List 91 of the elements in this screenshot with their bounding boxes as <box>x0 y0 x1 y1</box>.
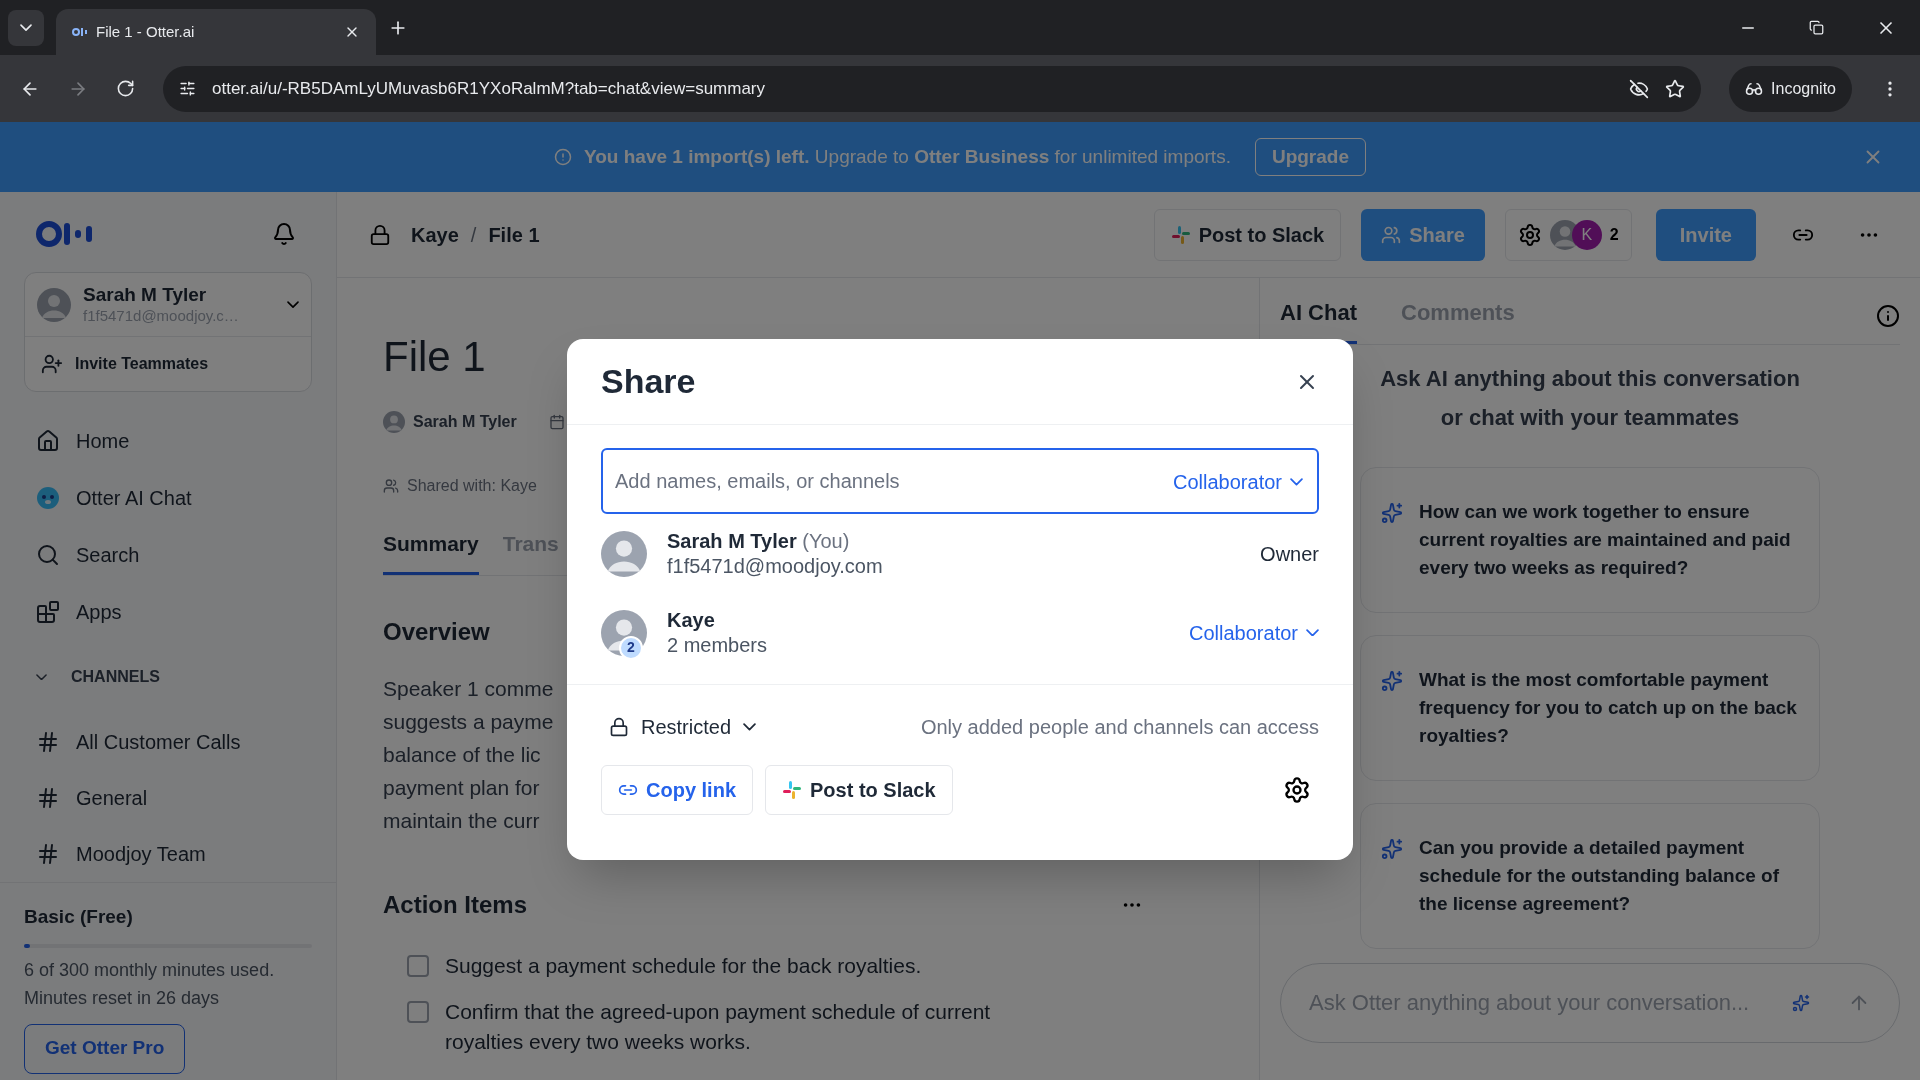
browser-tab[interactable]: File 1 - Otter.ai <box>56 9 376 55</box>
action-item-text: Suggest a payment schedule for the back royalties. <box>445 952 922 979</box>
action-item-text: Confirm that the agreed-upon payment schedule of current royalties every two weeks works. <box>445 998 992 1055</box>
dialog-title: Share <box>601 361 696 402</box>
banner-message: You have 1 import(s) left. Upgrade to Otter Business for unlimited imports. <box>584 144 1231 169</box>
lock-icon <box>609 717 629 737</box>
sparkle-icon <box>1381 502 1403 524</box>
chevron-down-icon <box>743 723 757 731</box>
avatar-icon <box>601 530 647 577</box>
breadcrumb-current: File 1 <box>488 222 540 248</box>
profile-button[interactable]: Incognito <box>1729 65 1852 112</box>
person-detail: 2 members <box>667 632 769 658</box>
chevron-down-icon <box>1290 478 1303 486</box>
search-icon <box>36 542 60 567</box>
people-icon <box>383 478 399 494</box>
avatar-icon <box>383 411 405 433</box>
nav-item[interactable]: Otter AI Chat <box>24 469 312 526</box>
members-button[interactable]: K 2 <box>1504 208 1632 261</box>
calendar-icon <box>548 414 565 430</box>
you-label: (You) <box>801 529 850 552</box>
nav-item[interactable]: Apps <box>24 583 312 640</box>
shared-with-text: Shared with: Kaye <box>407 476 537 496</box>
sparkle-icon <box>1381 838 1403 860</box>
add-user-icon <box>41 353 63 375</box>
role-label: Owner <box>1260 541 1319 567</box>
breadcrumb-link[interactable]: Kaye <box>411 219 459 250</box>
suggested-question-card[interactable]: How can we work together to ensure current royalties are maintained and paid every two weeks as required? <box>1360 467 1820 613</box>
tab-list-button[interactable] <box>8 9 44 46</box>
avatar-icon <box>37 287 71 322</box>
home-icon <box>36 428 60 453</box>
invite-teammates-button[interactable]: Invite Teammates <box>25 337 311 391</box>
tracking-blocked-icon <box>1629 78 1650 99</box>
person-detail: f1f5471d@moodjoy.com <box>667 553 884 579</box>
site-info-icon <box>179 80 196 97</box>
owner-name: Sarah M Tyler <box>413 412 517 432</box>
info-icon[interactable] <box>1876 304 1900 328</box>
channel-item[interactable]: All Customer Calls <box>24 714 312 770</box>
suggested-question-card[interactable]: Can you provide a detailed payment schedule for the outstanding balance of the license agreement? <box>1360 803 1820 949</box>
get-otter-pro-button[interactable]: Get Otter Pro <box>24 1023 186 1074</box>
overview-paragraph: Speaker 1 comme suggests a payme balance of the lic payment plan for maintain the curr <box>383 675 554 834</box>
access-description: Only added people and channels can access <box>920 715 1319 740</box>
reload-icon[interactable] <box>116 79 135 98</box>
role-dropdown[interactable]: Collaborator <box>1173 467 1303 497</box>
alert-icon <box>554 148 572 166</box>
usage-text: 6 of 300 monthly minutes used. Minutes reset in 26 days <box>24 958 276 1010</box>
channel-item[interactable]: General <box>24 770 312 826</box>
person-name: Kaye <box>667 608 715 631</box>
settings-icon[interactable] <box>1283 776 1311 804</box>
checkbox[interactable] <box>407 1000 429 1023</box>
copy-link-button[interactable]: Copy link <box>601 765 753 815</box>
slack-logo-icon <box>1170 224 1191 245</box>
favicon-icon <box>72 27 88 37</box>
user-name: Sarah M Tyler <box>83 283 208 307</box>
action-items-heading: Action Items <box>383 889 528 920</box>
member-count: 2 <box>1609 224 1619 245</box>
account-menu-icon <box>287 300 299 309</box>
restore-icon[interactable] <box>1809 20 1824 35</box>
suggested-question-card[interactable]: What is the most comfortable payment frequency for you to catch up on the back royalties? <box>1360 635 1820 781</box>
address-bar[interactable]: otter.ai/u/-RB5DAmLyUMuvasb6R1YXoRalmM?tab=chat&view=summary <box>163 65 1702 112</box>
chevron-down-icon <box>20 23 32 32</box>
access-dropdown[interactable]: Restricted <box>601 712 757 742</box>
member-avatar: K <box>1571 219 1602 250</box>
document-tab[interactable]: Summary <box>383 528 479 575</box>
chat-intro-text: Ask AI anything about this conversation or chat with your teammates <box>1380 365 1800 432</box>
bookmark-star-icon[interactable] <box>1665 78 1686 99</box>
post-to-slack-button[interactable]: Post to Slack <box>1153 208 1342 261</box>
nav-item[interactable]: Search <box>24 526 312 583</box>
person-name: Sarah M Tyler <box>667 529 797 552</box>
apps-icon <box>36 599 60 624</box>
sparkle-icon <box>1792 994 1810 1012</box>
nav-item[interactable]: Home <box>24 412 312 469</box>
people-icon <box>1381 224 1402 245</box>
sparkle-icon <box>1381 670 1403 692</box>
checkbox[interactable] <box>407 954 429 977</box>
document-title: File 1 <box>383 336 486 378</box>
hash-icon <box>36 786 60 810</box>
post-to-slack-button[interactable]: Post to Slack <box>765 765 953 815</box>
channel-item[interactable]: Moodjoy Team <box>24 826 312 882</box>
settings-icon <box>1517 222 1542 247</box>
overview-heading: Overview <box>383 616 490 647</box>
plan-name: Basic (Free) <box>24 905 134 929</box>
hash-icon <box>36 842 60 866</box>
channels-toggle[interactable]: CHANNELS <box>24 640 312 714</box>
otter-face-icon <box>36 485 60 510</box>
breadcrumb-separator: / <box>470 222 477 248</box>
chevron-down-icon <box>1306 628 1319 637</box>
slack-logo-icon <box>782 780 802 800</box>
role-dropdown[interactable]: Collaborator <box>1189 617 1319 648</box>
hash-icon <box>36 730 60 754</box>
notifications-icon[interactable] <box>272 222 296 246</box>
lock-icon <box>369 223 391 246</box>
